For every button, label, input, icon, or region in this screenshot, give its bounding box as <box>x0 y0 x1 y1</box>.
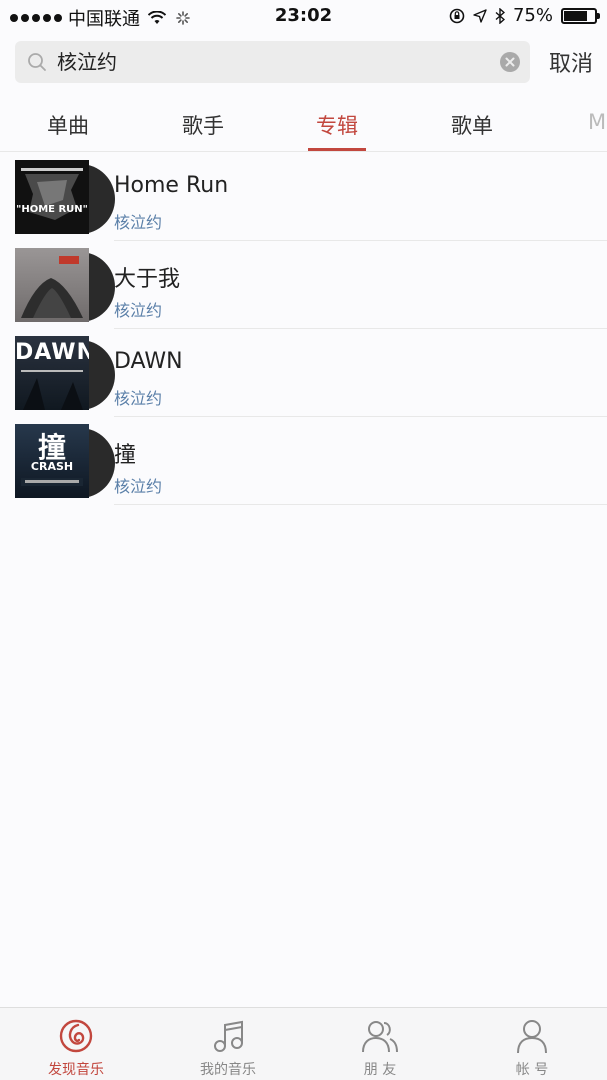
album-cover <box>15 248 115 322</box>
friends-icon <box>362 1021 398 1053</box>
album-art <box>15 248 89 322</box>
album-artist-link[interactable]: 核泣约 <box>114 385 162 409</box>
album-row-dawn[interactable]: DAWN DAWN 核泣约 <box>0 329 607 417</box>
tabbar-account[interactable]: 帐 号 <box>456 1008 607 1080</box>
album-art: 撞 CRASH <box>15 424 89 498</box>
active-tab-indicator <box>308 148 366 151</box>
location-icon <box>473 8 487 23</box>
search-bar: 核泣约 取消 <box>0 38 607 88</box>
tab-artists[interactable]: 歌手 <box>163 110 243 140</box>
album-art-text: "HOME RUN" <box>16 204 88 215</box>
album-cover: 撞 CRASH <box>15 424 115 498</box>
tabbar-label: 我的音乐 <box>200 1062 256 1078</box>
search-icon <box>28 53 46 71</box>
orientation-lock-icon <box>449 8 465 23</box>
tabbar-my-music[interactable]: 我的音乐 <box>152 1008 304 1080</box>
album-artist-link[interactable]: 核泣约 <box>114 297 162 321</box>
battery-icon <box>561 7 600 24</box>
clear-search-icon[interactable] <box>500 52 520 72</box>
cancel-button[interactable]: 取消 <box>549 46 593 78</box>
tabbar-label: 朋 友 <box>363 1062 397 1078</box>
app: 中国联通 23:02 75% 核泣约 取消 单曲 歌手 专辑 歌单 M "HOM… <box>0 0 607 1080</box>
status-bar: 中国联通 23:02 75% <box>0 0 607 32</box>
tab-songs[interactable]: 单曲 <box>28 110 108 140</box>
battery-percent: 75% <box>512 5 553 26</box>
album-row-home-run[interactable]: "HOME RUN" Home Run 核泣约 <box>0 153 607 241</box>
battery-level-fill <box>564 10 587 21</box>
album-artist-link[interactable]: 核泣约 <box>114 473 162 497</box>
netease-logo-icon <box>59 1019 93 1053</box>
search-input[interactable]: 核泣约 <box>57 41 117 83</box>
album-title: DAWN <box>114 349 183 374</box>
album-title: Home Run <box>114 173 229 198</box>
tab-overflow[interactable]: M <box>588 110 606 134</box>
album-artist-link[interactable]: 核泣约 <box>114 209 162 233</box>
album-cover: DAWN <box>15 336 115 410</box>
album-art: DAWN <box>15 336 89 410</box>
album-art: "HOME RUN" <box>15 160 89 234</box>
album-title: 撞 <box>114 443 137 468</box>
album-row-zhuang[interactable]: 撞 CRASH 撞 核泣约 <box>0 417 607 505</box>
music-note-icon <box>214 1020 243 1052</box>
bluetooth-icon <box>495 7 505 24</box>
tab-albums[interactable]: 专辑 <box>297 110 377 140</box>
album-results-list: "HOME RUN" Home Run 核泣约 大于我 核泣约 DAWN DAW… <box>0 153 607 505</box>
album-row-da-yu-wo[interactable]: 大于我 核泣约 <box>0 241 607 329</box>
row-divider <box>114 504 607 505</box>
account-icon <box>517 1020 547 1054</box>
tabbar-friends[interactable]: 朋 友 <box>304 1008 456 1080</box>
search-field[interactable]: 核泣约 <box>15 41 530 83</box>
tabbar-discover[interactable]: 发现音乐 <box>0 1008 152 1080</box>
tabbar-label: 帐 号 <box>515 1062 549 1078</box>
album-cover: "HOME RUN" <box>15 160 115 234</box>
search-category-tabs: 单曲 歌手 专辑 歌单 M <box>0 100 607 152</box>
tab-playlists[interactable]: 歌单 <box>432 110 512 140</box>
tabbar-label: 发现音乐 <box>48 1062 104 1078</box>
album-title: 大于我 <box>114 267 181 292</box>
status-right: 75% <box>449 5 600 26</box>
bottom-tab-bar: 发现音乐 我的音乐 朋 友 帐 号 <box>0 1007 607 1080</box>
